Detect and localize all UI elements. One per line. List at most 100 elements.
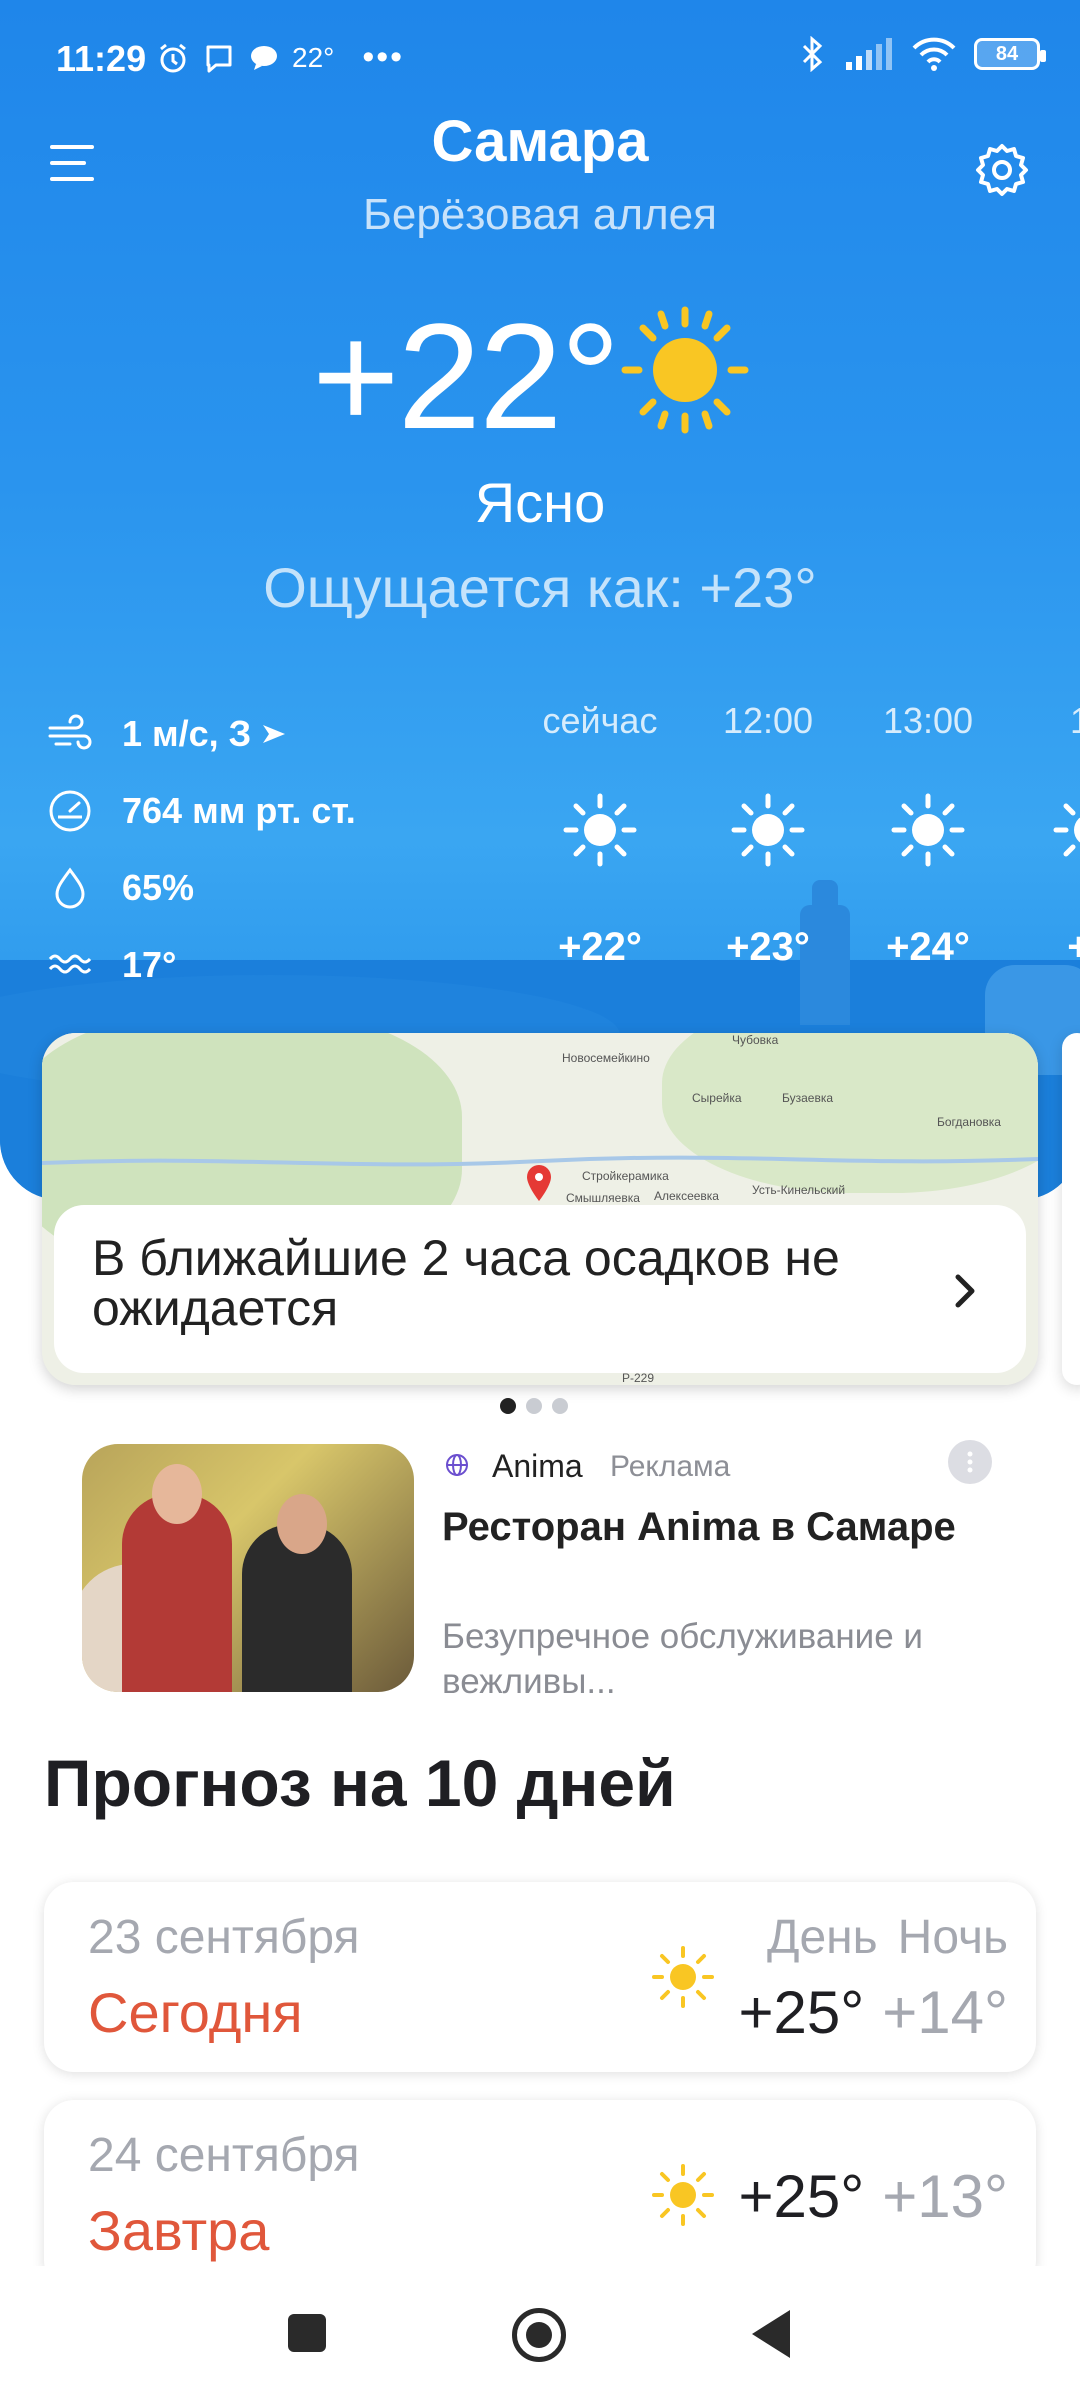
- sun-icon: [1053, 803, 1080, 857]
- day-forecast-card[interactable]: 23 сентября Сегодня День Ночь +25° +14°: [44, 1882, 1036, 2072]
- ad-brand[interactable]: Anima: [492, 1448, 583, 1485]
- day-forecast-card[interactable]: 24 сентября Завтра +25° +13°: [44, 2100, 1036, 2290]
- map-label: P-229: [622, 1371, 655, 1385]
- viber-icon: [206, 45, 232, 72]
- pressure-gauge-icon: [49, 790, 91, 831]
- hour-time: 12:00: [722, 700, 814, 741]
- map-label: Сырейка: [692, 1091, 742, 1105]
- carousel-pager: [500, 1398, 568, 1414]
- water-waves-icon: [48, 954, 92, 973]
- signal-icon: [846, 38, 892, 70]
- status-notifications: 22° •••: [156, 38, 404, 77]
- night-temp: +14°: [882, 1979, 1008, 2046]
- humidity-value: 65%: [122, 866, 195, 908]
- ad-image[interactable]: [82, 1444, 414, 1692]
- status-bar: 11:29 22° ••• 84: [0, 0, 1080, 120]
- wind-direction-icon: [263, 724, 286, 743]
- map-label: Богдановка: [937, 1115, 1001, 1129]
- precipitation-panel[interactable]: В ближайшие 2 часа осадков не ожидается: [54, 1205, 1026, 1373]
- hour-time: сейчас: [542, 700, 658, 741]
- hourly-item[interactable]: 12:00 +23°: [698, 700, 838, 970]
- map-label: Новосемейкино: [562, 1051, 650, 1065]
- more-notifications-icon: •••: [362, 38, 405, 76]
- city-name[interactable]: Самара: [0, 108, 1080, 175]
- ad-description[interactable]: Безупречное обслуживание и вежливы...: [442, 1614, 1002, 1704]
- day-date: 23 сентября: [88, 1911, 360, 1964]
- day-name: Завтра: [88, 2199, 270, 2262]
- sun-icon: [891, 793, 965, 867]
- day-temps: +25° +13°: [738, 2162, 1008, 2231]
- map-label: Стройкерамика: [582, 1169, 669, 1183]
- hour-temp: +22°: [558, 925, 642, 969]
- day-name: Сегодня: [88, 1981, 303, 2044]
- location-pin-icon: [527, 1165, 551, 1201]
- alarm-icon: [160, 43, 186, 72]
- home-button[interactable]: [512, 2308, 566, 2362]
- back-button[interactable]: [752, 2310, 790, 2358]
- pressure-value: 764 мм рт. ст.: [122, 789, 356, 831]
- hour-temp: +23°: [726, 925, 810, 969]
- ad-title[interactable]: Ресторан Anima в Самаре: [442, 1500, 1002, 1554]
- message-icon: [251, 45, 277, 70]
- sun-icon: [621, 306, 749, 434]
- precipitation-message: В ближайшие 2 часа осадков не ожидается: [92, 1230, 840, 1336]
- forecast-title: Прогноз на 10 дней: [44, 1746, 676, 1820]
- humidity-drop-icon: [55, 866, 85, 908]
- pager-dot: [552, 1398, 568, 1414]
- pager-dot: [526, 1398, 542, 1414]
- hourly-item[interactable]: 14 +2: [1020, 700, 1080, 970]
- current-temperature: +22°: [312, 292, 620, 460]
- status-time: 11:29: [56, 38, 147, 79]
- globe-icon: [446, 1454, 468, 1476]
- map-label: Бузаевка: [782, 1091, 834, 1105]
- wind-icon: [48, 714, 92, 749]
- hour-time: 13:00: [882, 700, 974, 741]
- sun-icon: [563, 793, 637, 867]
- system-nav-bar: [0, 2266, 1080, 2400]
- wind-row: 1 м/с, З: [46, 695, 356, 772]
- day-temp: +25°: [738, 2163, 865, 2230]
- bluetooth-icon: [802, 36, 823, 72]
- pressure-row: 764 мм рт. ст.: [46, 772, 356, 849]
- hourly-item[interactable]: 13:00 +24°: [858, 700, 998, 970]
- hour-temp: +24°: [886, 925, 970, 969]
- sun-icon: [652, 2164, 714, 2226]
- water-temp-value: 17°: [122, 943, 177, 985]
- status-temperature: 22°: [292, 41, 335, 73]
- map-label: Алексеевка: [654, 1189, 719, 1203]
- map-label: Усть-Кинельский: [752, 1183, 846, 1197]
- battery-icon: 84: [974, 38, 1046, 70]
- status-system: 84: [800, 36, 1046, 72]
- ad-label: Реклама: [610, 1450, 731, 1483]
- pager-dot: [500, 1398, 516, 1414]
- map-label: Чубовка: [732, 1033, 779, 1047]
- battery-level: 84: [995, 42, 1019, 65]
- night-temp: +13°: [882, 2163, 1008, 2230]
- weather-details[interactable]: 1 м/с, З 764 мм рт. ст. 65% 17°: [46, 695, 356, 1003]
- day-night-labels: День Ночь: [767, 1910, 1008, 1965]
- hour-temp: +2: [1067, 925, 1080, 969]
- day-temp: +25°: [738, 1979, 865, 2046]
- water-temp-row: 17°: [46, 926, 356, 1003]
- location-name[interactable]: Берёзовая аллея: [0, 190, 1080, 240]
- gear-icon[interactable]: [972, 140, 1032, 200]
- sun-icon: [731, 793, 805, 867]
- recent-apps-button[interactable]: [288, 2314, 326, 2352]
- weather-condition: Ясно: [474, 471, 606, 534]
- more-options-icon[interactable]: [948, 1440, 992, 1484]
- day-temps: +25° +14°: [738, 1978, 1008, 2047]
- next-card-peek[interactable]: [1062, 1033, 1080, 1385]
- humidity-row: 65%: [46, 849, 356, 926]
- sun-icon: [652, 1946, 714, 2008]
- wifi-icon: [912, 37, 956, 71]
- day-date: 24 сентября: [88, 2129, 360, 2182]
- hour-time: 14: [1069, 700, 1080, 741]
- hourly-forecast[interactable]: сейчас +22° 12:00 +23° 13:00 +24° 14 +2: [530, 700, 1080, 1000]
- chevron-right-icon[interactable]: [952, 1271, 980, 1311]
- night-label: Ночь: [897, 1911, 1008, 1964]
- feels-like: Ощущается как: +23°: [263, 556, 817, 619]
- hourly-item[interactable]: сейчас +22°: [530, 700, 670, 970]
- day-label: День: [766, 1911, 878, 1964]
- wind-value: 1 м/с, З: [122, 712, 252, 754]
- precipitation-map-card[interactable]: Новосемейкино Сырейка Бузаевка Богдановк…: [42, 1033, 1038, 1385]
